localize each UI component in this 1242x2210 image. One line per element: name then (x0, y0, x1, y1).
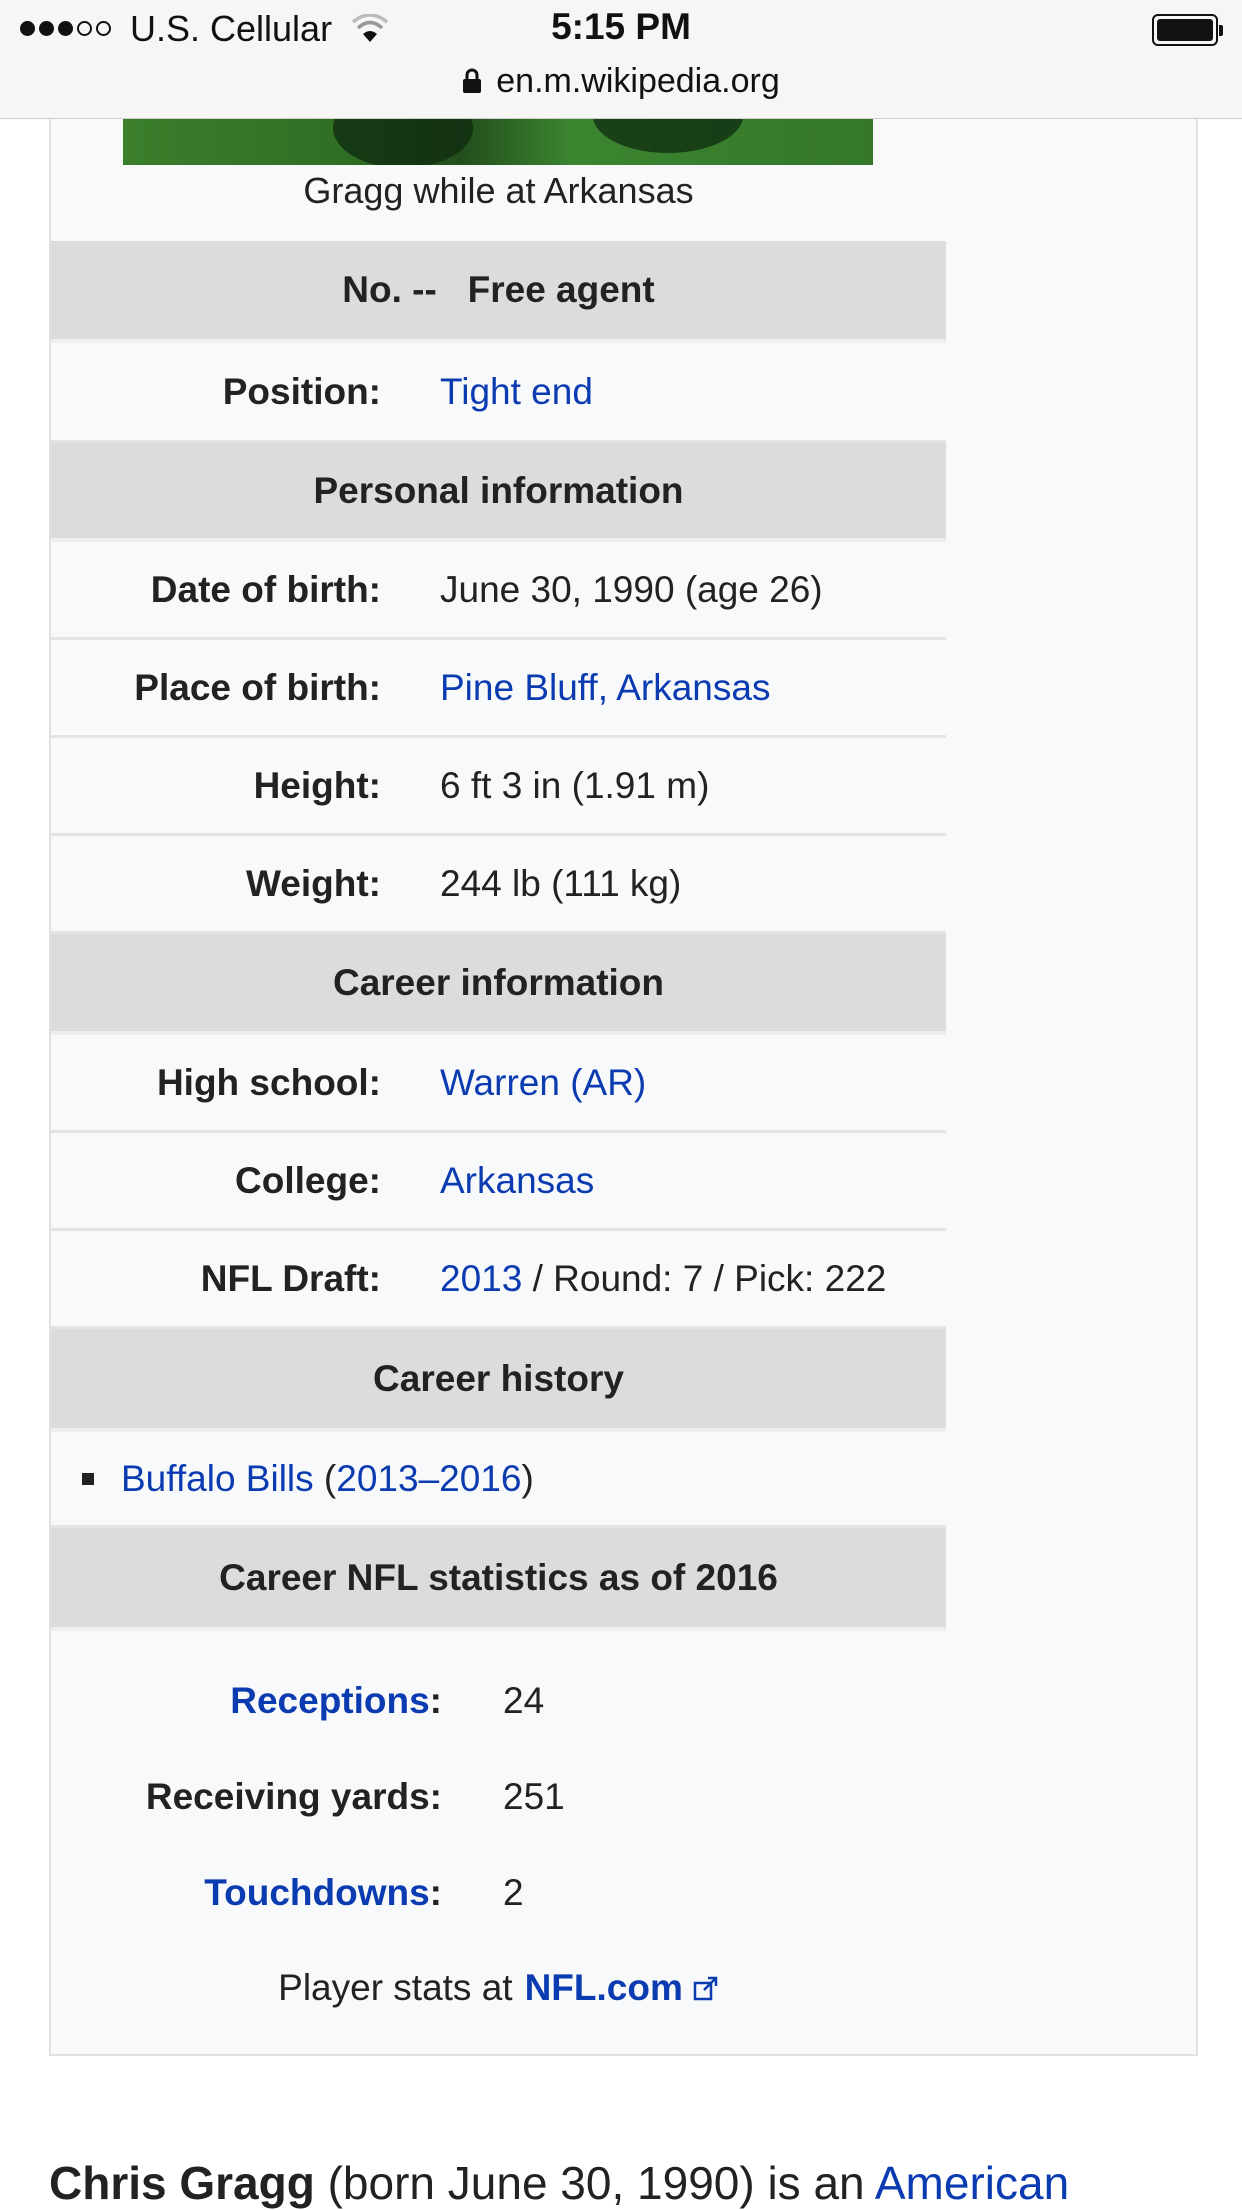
colon: : (429, 1680, 442, 1721)
number-status: No. -- Free agent (342, 269, 655, 310)
receiving-yards-label: Receiving yards: (145, 1776, 442, 1817)
photo-caption: Gragg while at Arkansas (303, 170, 694, 211)
receiving-yards-value: 251 (503, 1776, 565, 1817)
touchdowns-link[interactable]: Touchdowns (204, 1872, 429, 1913)
personal-info-title: Personal information (313, 469, 684, 511)
american-link[interactable]: American (875, 2157, 1069, 2209)
career-history-title: Career history (373, 1357, 624, 1399)
stat-touchdowns: Touchdowns: 2 (51, 1845, 946, 1941)
row-position: Position: Tight end (51, 343, 946, 443)
career-info-header: Career information (51, 934, 946, 1035)
player-stats-text: Player stats at (278, 1967, 513, 2008)
colon: : (429, 1872, 442, 1913)
paren-close: ) (521, 1457, 534, 1499)
status-time: 5:15 PM (551, 6, 691, 47)
number-header: No. -- Free agent (51, 241, 946, 343)
receptions-label: Receptions: (51, 1680, 442, 1722)
career-history-header: Career history (51, 1329, 946, 1432)
touchdowns-label: Touchdowns: (51, 1872, 442, 1914)
row-weight: Weight: 244 lb (111 kg) (51, 836, 946, 934)
nfl-com-link[interactable]: NFL.com (525, 1967, 683, 2008)
receptions-value: 24 (503, 1680, 545, 1721)
dob-label: Date of birth: (150, 568, 381, 610)
row-date-of-birth: Date of birth: June 30, 1990 (age 26) (51, 542, 946, 640)
years-link[interactable]: 2013–2016 (336, 1458, 521, 1500)
stat-receiving-yards: Receiving yards: 251 (51, 1749, 946, 1845)
player-photo[interactable] (123, 118, 873, 165)
list-item: Buffalo Bills (2013–2016) (51, 1432, 946, 1528)
team-link[interactable]: Buffalo Bills (121, 1458, 314, 1500)
height-label: Height: (253, 764, 381, 806)
personal-info-header: Personal information (51, 443, 946, 542)
career-info-title: Career information (332, 961, 664, 1003)
position-link[interactable]: Tight end (440, 371, 593, 413)
article-intro-text: (born June 30, 1990) is an (314, 2157, 875, 2209)
career-stats-header: Career NFL statistics as of 2016 (51, 1528, 946, 1631)
paren-open: ( (313, 1457, 337, 1499)
stat-receptions: Receptions: 24 (51, 1653, 946, 1749)
row-height: Height: 6 ft 3 in (1.91 m) (51, 738, 946, 836)
weight-label: Weight: (246, 862, 381, 904)
draft-round-pick: / Round: 7 / Pick: 222 (522, 1257, 887, 1299)
bullet-icon (82, 1472, 94, 1485)
row-college: College: Arkansas (51, 1133, 946, 1231)
career-stats-title: Career NFL statistics as of 2016 (219, 1556, 778, 1598)
nfl-draft-label: NFL Draft: (200, 1257, 381, 1299)
college-link[interactable]: Arkansas (440, 1160, 594, 1202)
touchdowns-value: 2 (503, 1872, 524, 1913)
nfl-draft-value: 2013 / Round: 7 / Pick: 222 (440, 1258, 886, 1300)
height-value: 6 ft 3 in (1.91 m) (440, 764, 710, 806)
article-intro: Chris Gragg (born June 30, 1990) is an A… (49, 2156, 1069, 2210)
weight-value: 244 lb (111 kg) (440, 862, 682, 904)
high-school-label: High school: (156, 1061, 381, 1103)
status-bar: U.S. Cellular 5:15 PM (0, 0, 1242, 62)
college-label: College: (235, 1159, 381, 1201)
address-bar[interactable]: en.m.wikipedia.org (0, 58, 1242, 104)
lock-icon (463, 68, 482, 93)
row-nfl-draft: NFL Draft: 2013 / Round: 7 / Pick: 222 (51, 1231, 946, 1329)
high-school-link[interactable]: Warren (AR) (440, 1062, 646, 1104)
receptions-link[interactable]: Receptions (230, 1680, 429, 1721)
battery-icon (1152, 14, 1223, 46)
browser-top-bar: U.S. Cellular 5:15 PM en.m.wikipedia.org (0, 0, 1242, 119)
pob-link[interactable]: Pine Bluff, Arkansas (440, 667, 770, 709)
draft-year-link[interactable]: 2013 (440, 1258, 522, 1299)
position-label: Position: (222, 370, 381, 412)
player-stats-line: Player stats at NFL.com (51, 1940, 946, 2036)
pob-label: Place of birth: (134, 666, 381, 708)
article-subject: Chris Gragg (49, 2157, 315, 2209)
row-high-school: High school: Warren (AR) (51, 1035, 946, 1133)
row-place-of-birth: Place of birth: Pine Bluff, Arkansas (51, 640, 946, 738)
external-link-icon (693, 1976, 718, 2001)
dob-value: June 30, 1990 (age 26) (440, 568, 823, 610)
url-text: en.m.wikipedia.org (496, 61, 780, 100)
